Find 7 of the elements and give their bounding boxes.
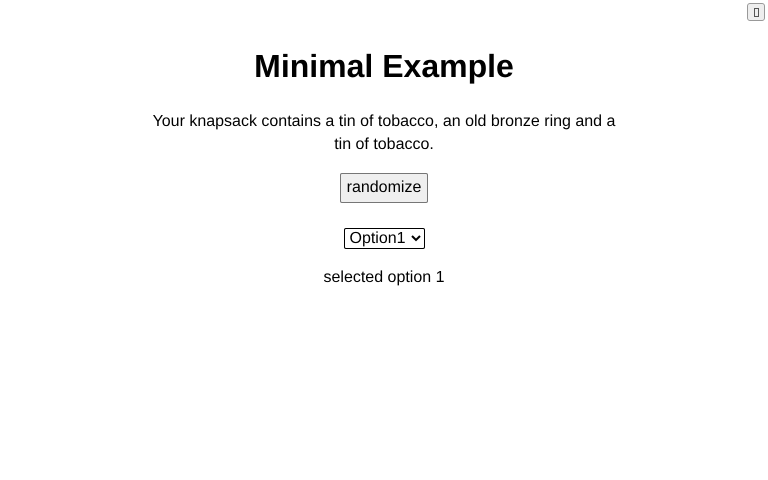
selection-text: selected option 1 [324, 269, 444, 287]
randomize-button[interactable]: randomize [340, 173, 428, 203]
placeholder-glyph-icon [754, 8, 758, 16]
page-title: Minimal Example [254, 48, 514, 85]
option-select[interactable]: Option1 [344, 228, 424, 249]
description-text: Your knapsack contains a tin of tobacco, an old bronze ring and a tin of tobacco. [152, 112, 616, 155]
toggle-button[interactable] [747, 3, 765, 21]
